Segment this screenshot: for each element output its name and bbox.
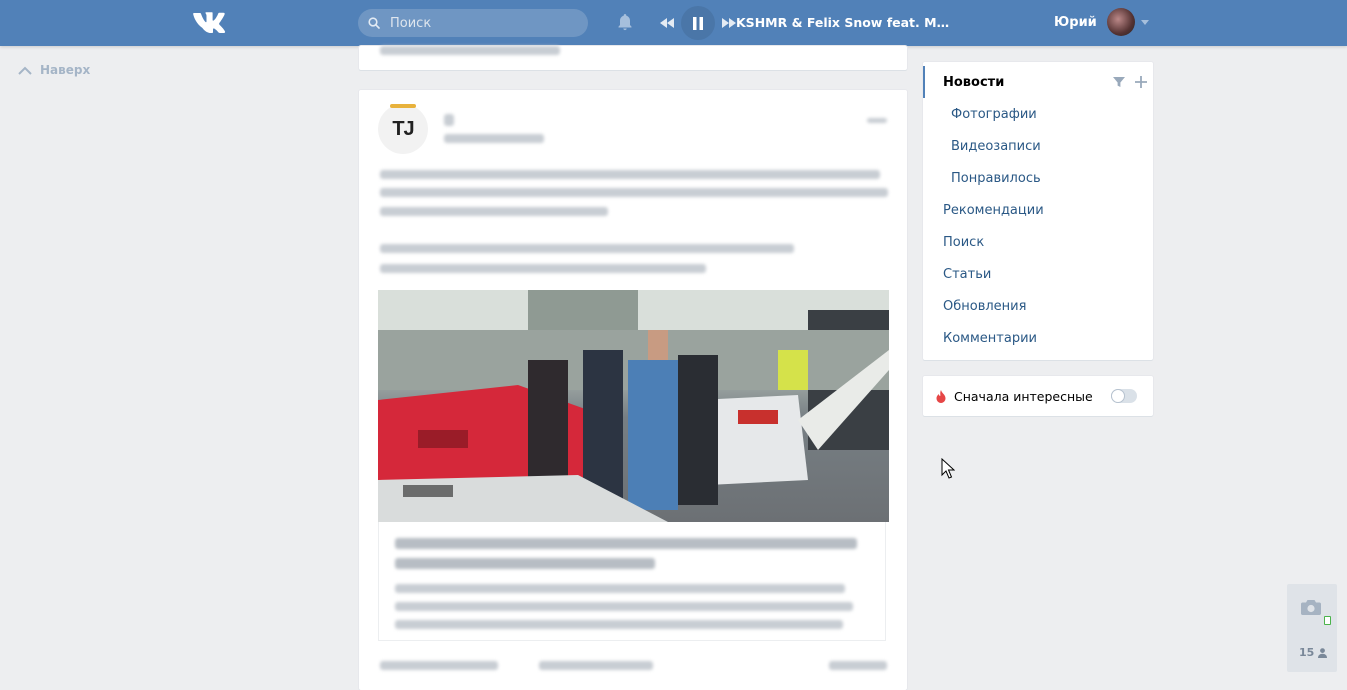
user-avatar[interactable] bbox=[1106, 8, 1135, 36]
menu-item-search[interactable]: Поиск bbox=[923, 226, 1153, 258]
link-description-line bbox=[395, 602, 853, 611]
post-text-line bbox=[380, 188, 888, 197]
menu-item-recommendations[interactable]: Рекомендации bbox=[923, 194, 1153, 226]
vk-logo-icon[interactable] bbox=[193, 11, 227, 33]
blurred-text bbox=[380, 46, 560, 55]
mouse-cursor-icon bbox=[941, 458, 955, 479]
interesting-first-label: Сначала интересные bbox=[954, 388, 1093, 404]
flame-icon bbox=[936, 389, 946, 403]
scroll-to-top-link[interactable]: Наверх bbox=[18, 63, 90, 77]
link-description-line bbox=[395, 620, 843, 629]
menu-item-label: Фотографии bbox=[951, 106, 1037, 122]
post-text-line bbox=[380, 264, 706, 273]
pause-icon bbox=[693, 16, 703, 30]
search-box[interactable] bbox=[358, 9, 588, 37]
link-title-line bbox=[395, 558, 655, 569]
link-title-line bbox=[395, 538, 857, 549]
post-share-action[interactable] bbox=[539, 661, 653, 670]
post-more-button[interactable] bbox=[867, 118, 887, 123]
menu-item-label: Комментарии bbox=[943, 330, 1037, 346]
menu-item-label: Рекомендации bbox=[943, 202, 1044, 218]
post-author-name[interactable] bbox=[444, 114, 454, 126]
post-timestamp[interactable] bbox=[444, 134, 544, 143]
pause-button[interactable] bbox=[681, 6, 715, 40]
menu-item-label: Видеозаписи bbox=[951, 138, 1041, 154]
menu-item-videos[interactable]: Видеозаписи bbox=[923, 130, 1153, 162]
online-count: 15 bbox=[1299, 646, 1315, 659]
post-image-scene bbox=[378, 290, 889, 522]
post-views bbox=[829, 661, 887, 670]
search-icon bbox=[368, 17, 380, 29]
filter-icon[interactable] bbox=[1113, 76, 1125, 88]
chevron-up-icon bbox=[18, 66, 32, 75]
interesting-first-switch[interactable] bbox=[1111, 389, 1137, 403]
now-playing-title[interactable]: KSHMR & Felix Snow feat. Madi – To... bbox=[736, 15, 956, 30]
person-icon bbox=[1318, 647, 1328, 658]
menu-item-articles[interactable]: Статьи bbox=[923, 258, 1153, 290]
post-text-line bbox=[380, 170, 880, 179]
menu-item-label: Новости bbox=[943, 74, 1005, 90]
news-filter-menu: Новости Фотографии Видеозаписи Понравило… bbox=[923, 62, 1153, 360]
post-like-action[interactable] bbox=[380, 661, 498, 670]
scroll-to-top-label: Наверх bbox=[40, 63, 91, 77]
next-track-icon bbox=[722, 18, 736, 28]
previous-track-button[interactable] bbox=[656, 6, 678, 40]
online-indicator bbox=[1324, 616, 1331, 625]
previous-post-card bbox=[359, 46, 907, 70]
bottom-right-widget: 15 bbox=[1287, 584, 1337, 672]
menu-item-photos[interactable]: Фотографии bbox=[923, 98, 1153, 130]
user-menu[interactable]: Юрий bbox=[1054, 8, 1149, 36]
notifications-bell-icon[interactable] bbox=[617, 13, 633, 31]
search-input[interactable] bbox=[388, 14, 572, 32]
post-image[interactable] bbox=[378, 290, 889, 522]
link-description-line bbox=[395, 584, 845, 593]
menu-item-label: Понравилось bbox=[951, 170, 1041, 186]
user-name[interactable]: Юрий bbox=[1054, 15, 1097, 30]
feed-post: TJ bbox=[359, 90, 907, 690]
link-preview[interactable] bbox=[378, 522, 886, 641]
menu-item-liked[interactable]: Понравилось bbox=[923, 162, 1153, 194]
menu-item-label: Статьи bbox=[943, 266, 992, 282]
menu-item-news[interactable]: Новости bbox=[923, 66, 1155, 98]
post-author-avatar[interactable]: TJ bbox=[378, 104, 428, 154]
chevron-down-icon[interactable] bbox=[1140, 19, 1149, 25]
camera-icon[interactable] bbox=[1301, 600, 1321, 615]
online-friends-counter[interactable]: 15 bbox=[1299, 646, 1328, 659]
audio-player bbox=[656, 6, 740, 40]
menu-item-comments[interactable]: Комментарии bbox=[923, 322, 1153, 354]
menu-item-label: Поиск bbox=[943, 234, 985, 250]
previous-track-icon bbox=[660, 18, 674, 28]
interesting-first-toggle-card[interactable]: Сначала интересные bbox=[923, 376, 1153, 416]
avatar-text: TJ bbox=[392, 117, 414, 140]
menu-item-updates[interactable]: Обновления bbox=[923, 290, 1153, 322]
post-text-line bbox=[380, 207, 608, 216]
add-icon[interactable] bbox=[1135, 76, 1147, 88]
post-text-line bbox=[380, 244, 794, 253]
top-header: KSHMR & Felix Snow feat. Madi – To... Юр… bbox=[0, 0, 1347, 46]
menu-item-label: Обновления bbox=[943, 298, 1027, 314]
